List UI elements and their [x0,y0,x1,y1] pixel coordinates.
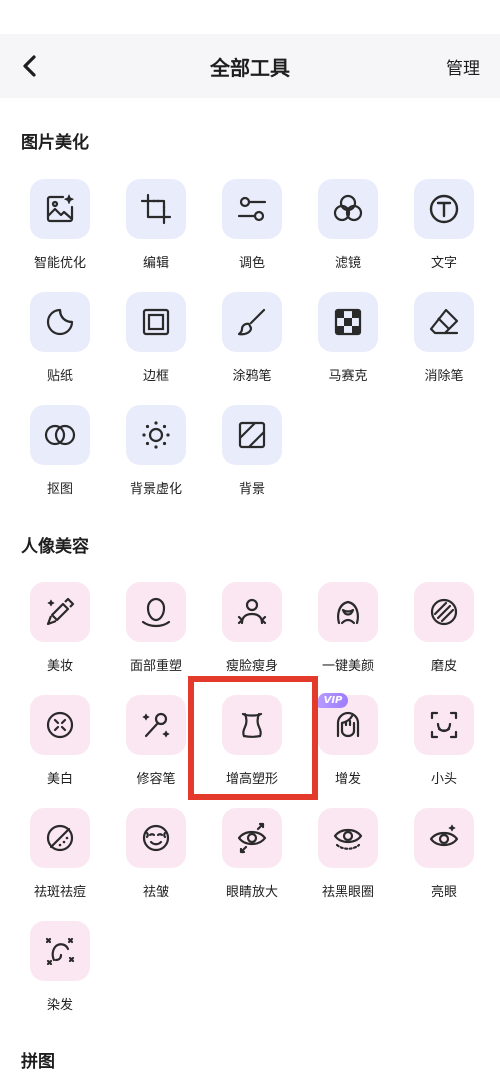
tool-eraser[interactable]: 消除笔 [399,292,489,392]
tool-smooth-skin[interactable]: 磨皮 [399,582,489,682]
tool-color-adjust[interactable]: 调色 [207,179,297,279]
tool-background[interactable]: 背景 [207,405,297,505]
chevron-left-icon [23,55,36,77]
tool-label: 美白 [46,772,73,787]
tool-smart-optimize[interactable]: 智能优化 [15,179,105,279]
tool-label: 祛斑祛痘 [33,885,86,900]
tool-height-shape[interactable]: 增高塑形 [207,695,297,795]
tool-frame[interactable]: 边框 [111,292,201,392]
tool-label: 滤镜 [334,256,361,271]
tool-label: 消除笔 [424,369,464,384]
tool-face-reshape[interactable]: 面部重塑 [111,582,201,682]
tool-body-slim[interactable]: 瘦脸瘦身 [207,582,297,682]
tool-contour-brush[interactable]: 修容笔 [111,695,201,795]
smooth-skin-icon [430,598,458,626]
image-star-icon [46,194,74,223]
tool-label: 一键美颜 [321,659,374,674]
tool-label: 美妆 [46,659,73,674]
tool-label: 背景虚化 [129,482,182,497]
background-icon [238,421,266,449]
eraser-icon [429,308,459,335]
tool-label: 眼睛放大 [225,885,278,900]
sticker-icon [46,308,74,336]
tool-edit[interactable]: 编辑 [111,179,201,279]
makeup-icon [46,597,75,626]
tool-label: 涂鸦笔 [232,369,272,384]
tool-label: 调色 [238,256,265,271]
tool-label: 增高塑形 [225,772,278,787]
section-title-beautify: 图片美化 [21,133,89,153]
page-title: 全部工具 [210,56,290,80]
bright-eye-icon [429,824,459,847]
tool-text[interactable]: 文字 [399,179,489,279]
tool-cutout[interactable]: 抠图 [15,405,105,505]
tool-label: 祛皱 [142,885,169,900]
tool-label: 智能优化 [33,256,86,271]
tool-label: 贴纸 [46,369,73,384]
small-head-icon [430,711,458,739]
tool-eye-enlarge[interactable]: 眼睛放大 [207,808,297,908]
brush-icon [237,308,266,336]
hair-dye-icon [45,937,75,966]
frame-icon [142,308,170,336]
section-title-portrait: 人像美容 [21,537,89,557]
tool-label: 边框 [142,369,169,384]
tool-label: 小头 [430,772,457,787]
tool-filter[interactable]: 滤镜 [303,179,393,279]
tool-label: 背景 [238,482,265,497]
tool-label: 文字 [430,256,457,271]
tool-label: 祛黑眼圈 [321,885,374,900]
mosaic-icon [334,308,362,336]
sliders-icon [237,196,267,222]
tool-label: 面部重塑 [129,659,182,674]
back-button[interactable] [18,52,44,80]
dark-circle-icon [333,828,363,850]
tool-bg-blur[interactable]: 背景虚化 [111,405,201,505]
contour-brush-icon [142,712,170,738]
tool-whiten[interactable]: 美白 [15,695,105,795]
cutout-icon [44,424,76,446]
tool-label: 抠图 [46,482,73,497]
blur-bg-icon [142,421,170,449]
tool-label: 瘦脸瘦身 [225,659,278,674]
eye-enlarge-icon [237,822,267,854]
filter-circles-icon [333,194,363,222]
tool-hair-dye[interactable]: 染发 [15,921,105,1021]
hair-add-icon [336,711,360,738]
tool-makeup[interactable]: 美妆 [15,582,105,682]
height-shape-icon [241,712,263,738]
tool-mosaic[interactable]: 马赛克 [303,292,393,392]
manage-button[interactable]: 管理 [446,54,480,79]
tool-small-head[interactable]: 小头 [399,695,489,795]
tool-one-tap-beauty[interactable]: 一键美颜 [303,582,393,682]
one-tap-beauty-icon [337,600,359,625]
body-slim-icon [237,598,267,625]
top-bar: 全部工具 管理 [0,34,500,98]
text-circle-icon [429,194,459,224]
tool-label: 编辑 [142,256,169,271]
tool-wrinkle-remove[interactable]: 祛皱 [111,808,201,908]
crop-icon [140,193,172,225]
tool-label: 增发 [334,772,361,787]
tool-sticker[interactable]: 贴纸 [15,292,105,392]
wrinkle-remove-icon [142,824,170,852]
tool-dark-circle[interactable]: 祛黑眼圈 [303,808,393,908]
whiten-icon [46,711,74,739]
tool-label: 亮眼 [430,885,457,900]
tool-spot-remove[interactable]: 祛斑祛痘 [15,808,105,908]
tool-doodle[interactable]: 涂鸦笔 [207,292,297,392]
tool-label: 染发 [46,998,73,1013]
tool-hair-add[interactable]: 增发 [303,695,393,795]
tool-label: 磨皮 [430,659,457,674]
spot-remove-icon [46,824,74,852]
tool-label: 马赛克 [328,369,368,384]
vip-badge: VIP [318,693,348,708]
face-reshape-icon [141,597,171,628]
tool-bright-eye[interactable]: 亮眼 [399,808,489,908]
section-title-collage: 拼图 [21,1052,55,1072]
tool-label: 修容笔 [136,772,176,787]
